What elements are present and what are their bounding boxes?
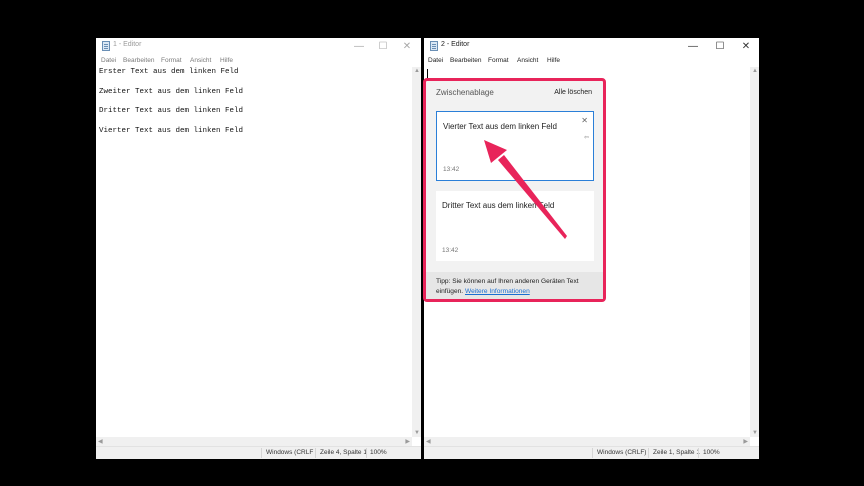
status-divider	[592, 448, 593, 458]
more-info-link[interactable]: Weitere Informationen	[465, 288, 530, 295]
scroll-down-icon[interactable]: ▼	[414, 430, 420, 436]
menu-ansicht[interactable]: Ansicht	[190, 57, 211, 64]
status-divider	[698, 448, 699, 458]
status-bar: Windows (CRLF) Zeile 1, Spalte 1 100%	[424, 446, 759, 459]
minimize-icon[interactable]: —	[681, 39, 705, 54]
maximize-icon[interactable]: ☐	[371, 39, 395, 54]
vertical-scrollbar[interactable]: ▲ ▼	[750, 67, 759, 437]
notepad-icon	[102, 41, 110, 51]
status-zoom: 100%	[370, 449, 387, 456]
close-icon[interactable]: ✕	[395, 39, 419, 54]
editor-window-1: 1 - Editor — ☐ ✕ Datei Bearbeiten Format…	[96, 38, 421, 459]
clipboard-item-text: Dritter Text aus dem linken Feld	[442, 201, 555, 210]
clipboard-item[interactable]: Dritter Text aus dem linken Feld 13:42	[436, 191, 594, 261]
status-zoom: 100%	[703, 449, 720, 456]
tip-text-block: Tipp: Sie können auf Ihren anderen Gerät…	[436, 277, 601, 297]
status-divider	[315, 448, 316, 458]
scroll-up-icon[interactable]: ▲	[414, 68, 420, 74]
status-encoding: Windows (CRLF	[266, 449, 314, 456]
clipboard-panel: Zwischenablage Alle löschen Vierter Text…	[423, 78, 606, 302]
horizontal-scrollbar[interactable]: ◀ ▶	[96, 437, 412, 446]
clipboard-item-time: 13:42	[443, 166, 460, 173]
clipboard-item-text: Vierter Text aus dem linken Feld	[443, 122, 557, 131]
minimize-icon[interactable]: —	[347, 39, 371, 54]
title-bar[interactable]: 2 - Editor — ☐ ✕	[424, 38, 759, 55]
menu-ansicht[interactable]: Ansicht	[517, 57, 538, 64]
right-black-bar	[792, 0, 864, 486]
status-position: Zeile 1, Spalte 1	[653, 449, 700, 456]
status-divider	[648, 448, 649, 458]
menu-bearbeiten[interactable]: Bearbeiten	[450, 57, 481, 64]
menu-format[interactable]: Format	[488, 57, 509, 64]
text-line: Dritter Text aus dem linken Feld	[99, 107, 244, 115]
status-divider	[261, 448, 262, 458]
horizontal-scrollbar[interactable]: ◀ ▶	[424, 437, 750, 446]
vertical-scrollbar[interactable]: ▲ ▼	[412, 67, 421, 437]
menu-hilfe[interactable]: Hilfe	[220, 57, 233, 64]
status-position: Zeile 4, Spalte 1	[320, 449, 367, 456]
clipboard-header: Zwischenablage	[436, 88, 494, 97]
window-title: 2 - Editor	[441, 41, 470, 48]
maximize-icon[interactable]: ☐	[708, 39, 732, 54]
scroll-right-icon[interactable]: ▶	[405, 438, 410, 445]
text-line: Erster Text aus dem linken Feld	[99, 68, 239, 76]
close-icon[interactable]: ✕	[581, 116, 588, 125]
scroll-left-icon[interactable]: ◀	[98, 438, 103, 445]
window-title: 1 - Editor	[113, 41, 142, 48]
menu-bar: Datei Bearbeiten Format Ansicht Hilfe	[96, 55, 421, 67]
text-area[interactable]: Erster Text aus dem linken Feld Zweiter …	[96, 67, 412, 437]
text-line: Vierter Text aus dem linken Feld	[99, 127, 244, 135]
scroll-left-icon[interactable]: ◀	[426, 438, 431, 445]
clipboard-item-time: 13:42	[442, 247, 459, 254]
menu-bar: Datei Bearbeiten Format Ansicht Hilfe	[424, 55, 759, 67]
notepad-icon	[430, 41, 438, 51]
clear-all-button[interactable]: Alle löschen	[554, 89, 592, 96]
pin-icon[interactable]: ⇦	[584, 134, 589, 141]
menu-hilfe[interactable]: Hilfe	[547, 57, 560, 64]
status-bar: Windows (CRLF Zeile 4, Spalte 1 100%	[96, 446, 421, 459]
close-icon[interactable]: ✕	[734, 39, 758, 54]
scroll-down-icon[interactable]: ▼	[752, 430, 758, 436]
clipboard-item-selected[interactable]: Vierter Text aus dem linken Feld ✕ ⇦ 13:…	[436, 111, 594, 181]
menu-bearbeiten[interactable]: Bearbeiten	[123, 57, 154, 64]
text-line: Zweiter Text aus dem linken Feld	[99, 88, 244, 96]
scroll-right-icon[interactable]: ▶	[743, 438, 748, 445]
text-caret	[427, 69, 428, 78]
status-divider	[366, 448, 367, 458]
title-bar[interactable]: 1 - Editor — ☐ ✕	[96, 38, 421, 55]
menu-format[interactable]: Format	[161, 57, 182, 64]
menu-datei[interactable]: Datei	[428, 57, 443, 64]
left-black-bar	[0, 0, 72, 486]
scroll-up-icon[interactable]: ▲	[752, 68, 758, 74]
tip-area: Tipp: Sie können auf Ihren anderen Gerät…	[426, 272, 603, 299]
menu-datei[interactable]: Datei	[101, 57, 116, 64]
status-encoding: Windows (CRLF)	[597, 449, 647, 456]
